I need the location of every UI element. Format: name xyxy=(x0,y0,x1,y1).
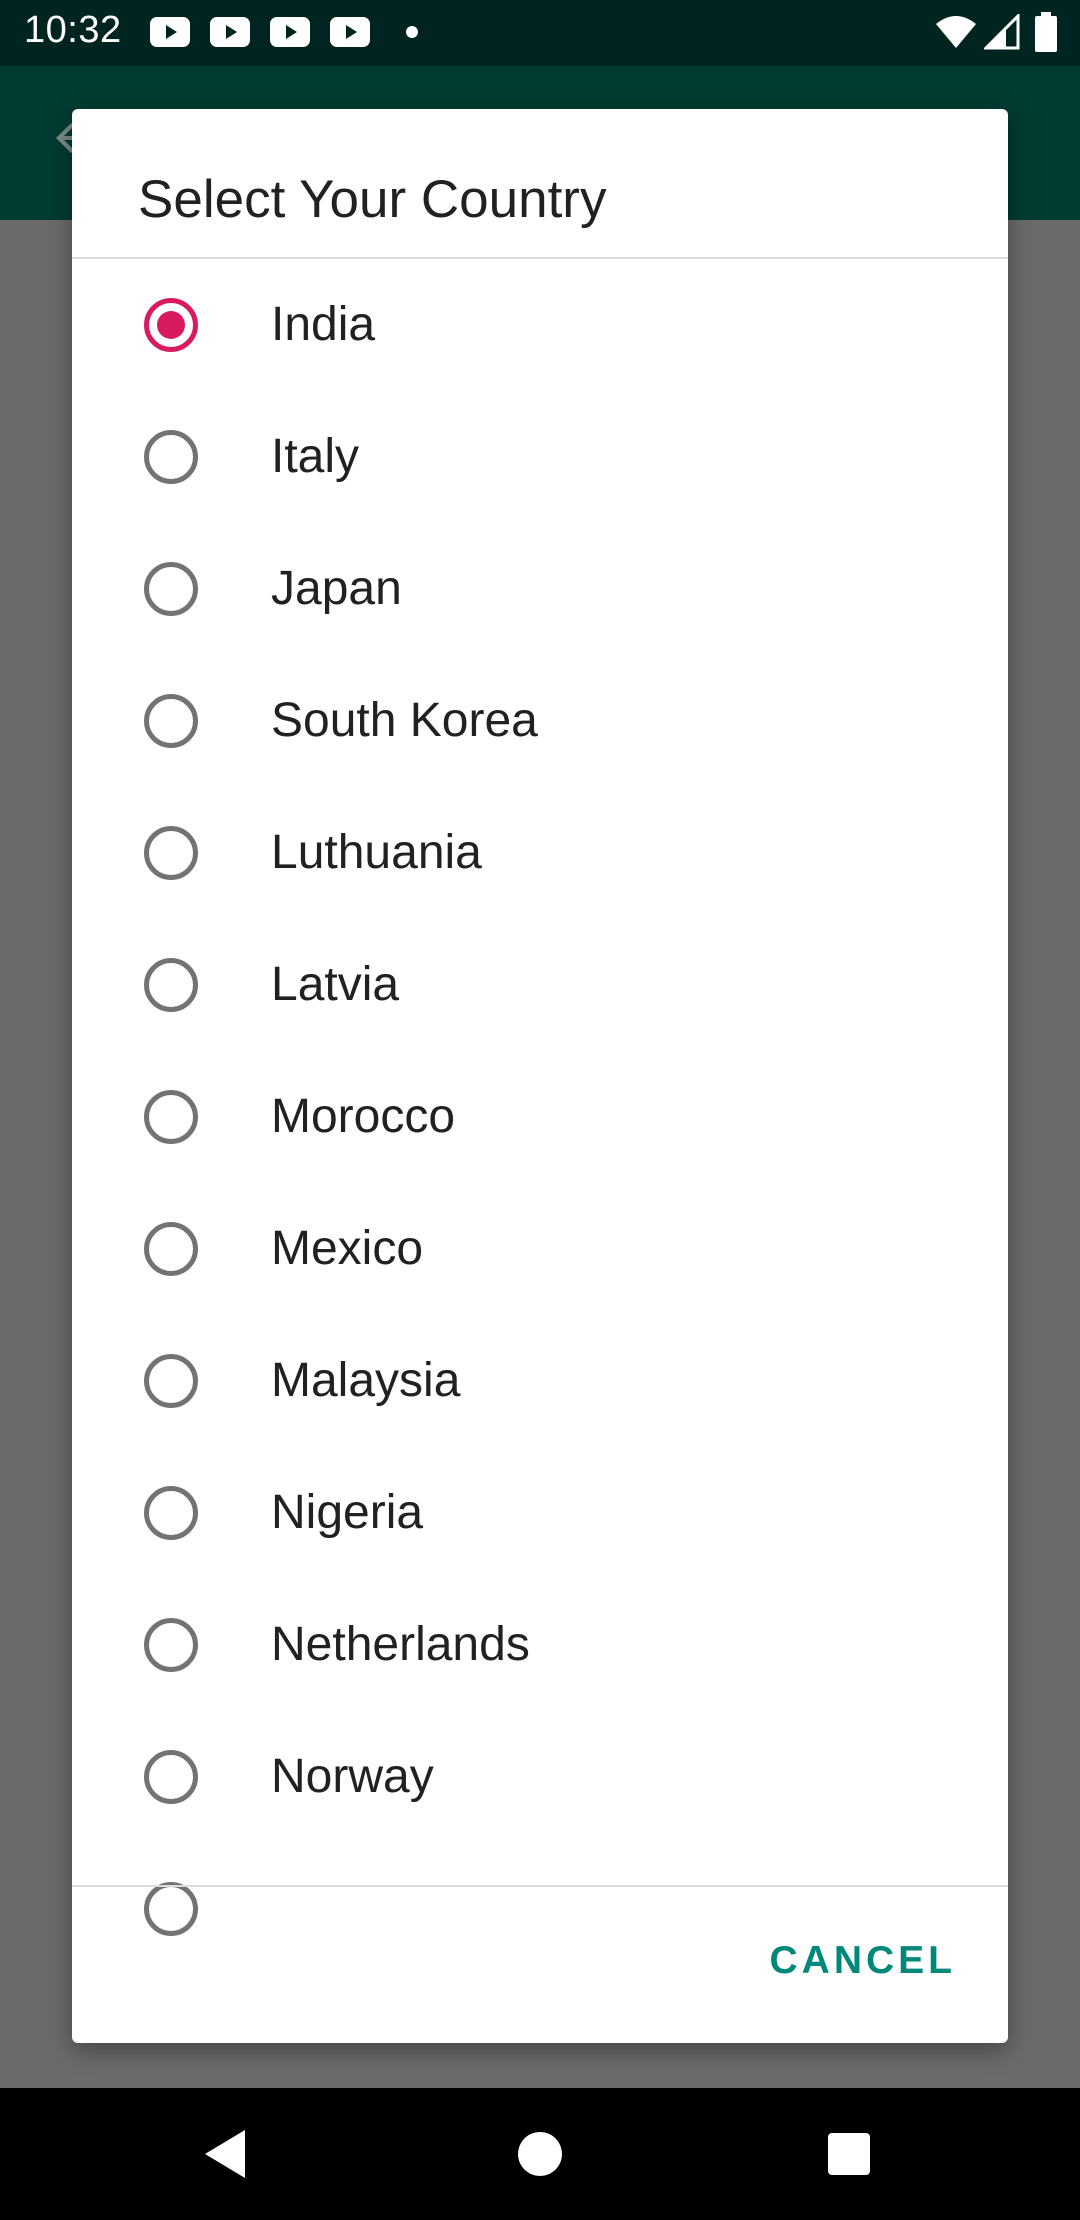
list-item-india[interactable]: India xyxy=(72,259,1008,391)
more-notifications-icon xyxy=(406,26,418,38)
navigation-bar xyxy=(0,2088,1080,2220)
radio-button[interactable] xyxy=(144,430,198,484)
list-item-label: Netherlands xyxy=(271,1618,530,1671)
list-item-japan[interactable]: Japan xyxy=(72,523,1008,655)
list-item-luthuania[interactable]: Luthuania xyxy=(72,787,1008,919)
country-list[interactable]: India Italy Japan South Korea Luthuania … xyxy=(72,259,1008,1995)
list-item-label: Luthuania xyxy=(271,826,482,879)
radio-button[interactable] xyxy=(144,1090,198,1144)
recents-icon[interactable] xyxy=(828,2133,870,2175)
radio-button[interactable] xyxy=(144,1618,198,1672)
list-item-morocco[interactable]: Morocco xyxy=(72,1051,1008,1183)
cancel-button[interactable]: CANCEL xyxy=(770,1939,957,1983)
radio-button[interactable] xyxy=(144,1750,198,1804)
list-item-label: India xyxy=(271,298,376,351)
battery-icon xyxy=(1035,12,1057,52)
list-item-nigeria[interactable]: Nigeria xyxy=(72,1447,1008,1579)
youtube-icon xyxy=(150,17,190,47)
radio-button[interactable] xyxy=(144,562,198,616)
list-item-label: Malaysia xyxy=(271,1354,461,1407)
status-bar: 10:32 xyxy=(0,0,1080,66)
youtube-icon xyxy=(330,17,370,47)
list-item-italy[interactable]: Italy xyxy=(72,391,1008,523)
list-item-mexico[interactable]: Mexico xyxy=(72,1183,1008,1315)
list-item-label: Italy xyxy=(271,430,360,483)
list-item-label: Japan xyxy=(271,562,402,615)
youtube-icon xyxy=(210,17,250,47)
list-item-label: Norway xyxy=(271,1750,434,1803)
radio-button-selected[interactable] xyxy=(144,298,198,352)
list-item-norway[interactable]: Norway xyxy=(72,1711,1008,1843)
dialog-title: Select Your Country xyxy=(138,170,607,229)
radio-button[interactable] xyxy=(144,1222,198,1276)
country-select-dialog: Select Your Country India Italy Japan So… xyxy=(72,109,1008,2043)
radio-button[interactable] xyxy=(144,826,198,880)
back-icon[interactable] xyxy=(203,2128,247,2180)
cellular-signal-icon xyxy=(984,14,1020,50)
list-item-label: South Korea xyxy=(271,694,538,747)
radio-button[interactable] xyxy=(144,1354,198,1408)
list-item-label: Nigeria xyxy=(271,1486,424,1539)
radio-button[interactable] xyxy=(144,958,198,1012)
home-icon[interactable] xyxy=(518,2132,562,2176)
list-item-malaysia[interactable]: Malaysia xyxy=(72,1315,1008,1447)
list-item-label: Morocco xyxy=(271,1090,456,1143)
radio-button[interactable] xyxy=(144,1486,198,1540)
radio-button[interactable] xyxy=(144,694,198,748)
list-item-latvia[interactable]: Latvia xyxy=(72,919,1008,1051)
wifi-icon xyxy=(936,16,976,48)
radio-button[interactable] xyxy=(144,1882,198,1936)
list-item-label: Latvia xyxy=(271,958,400,1011)
status-time: 10:32 xyxy=(24,9,122,51)
list-item-south-korea[interactable]: South Korea xyxy=(72,655,1008,787)
youtube-icon xyxy=(270,17,310,47)
divider xyxy=(72,1885,1008,1887)
list-item-label: Mexico xyxy=(271,1222,424,1275)
list-item-netherlands[interactable]: Netherlands xyxy=(72,1579,1008,1711)
